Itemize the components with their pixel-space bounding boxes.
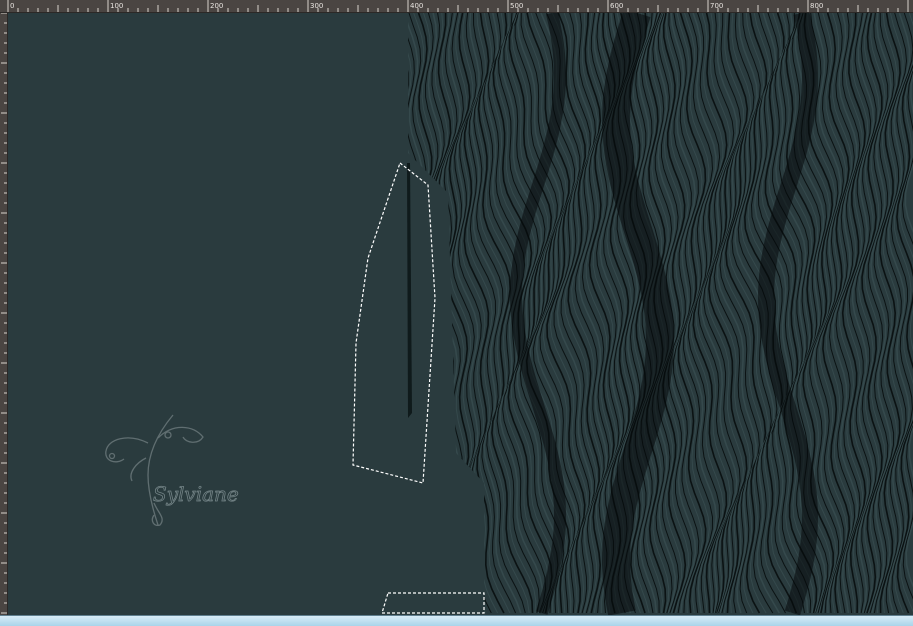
canvas-artwork: Sylviane	[8, 13, 913, 615]
ruler-label: 100	[110, 2, 123, 10]
watermark-text: Sylviane	[153, 482, 239, 506]
ruler-label: 200	[210, 2, 223, 10]
ruler-label: 0	[10, 2, 14, 10]
stripe-line	[896, 63, 913, 614]
flat-fill-region	[8, 13, 484, 615]
ruler-label: 700	[710, 2, 723, 10]
ruler-label: 300	[310, 2, 323, 10]
horizontal-ruler-ticks: 0 100 200 300 400 500 600 700 800	[7, 0, 909, 12]
ruler-label: 800	[810, 2, 823, 10]
ruler-label: 500	[510, 2, 523, 10]
vertical-ruler[interactable]	[0, 13, 8, 615]
vertical-ruler-ticks	[1, 13, 7, 614]
horizontal-ruler[interactable]: 0 100 200 300 400 500 600 700 800	[0, 0, 913, 13]
image-canvas[interactable]: Sylviane	[8, 13, 913, 615]
ruler-label: 400	[410, 2, 423, 10]
ruler-label: 600	[610, 2, 623, 10]
bottom-status-strip	[0, 615, 913, 626]
